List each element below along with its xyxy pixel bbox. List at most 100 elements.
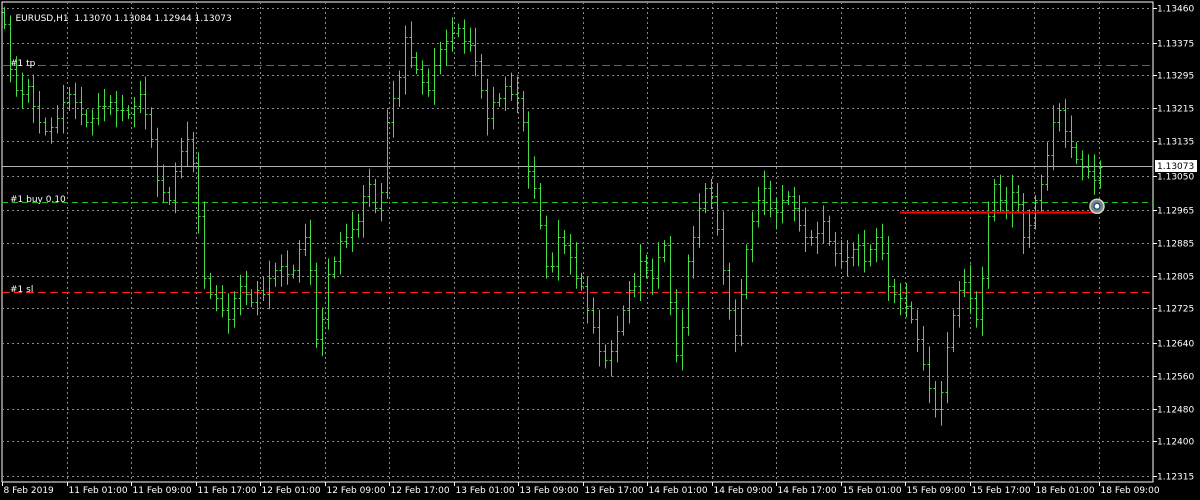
price-tick-label: 1.12805: [1157, 273, 1194, 283]
ohlc-bar: [762, 170, 767, 216]
ohlc-bar: [1057, 103, 1062, 132]
ohlc-bar: [468, 27, 473, 52]
ohlc-bar: [249, 289, 254, 308]
ohlc-bar: [1098, 160, 1103, 189]
ohlc-bar: [862, 229, 867, 273]
ohlc-bar: [438, 41, 443, 75]
time-tick-label: 15 Feb 09:00: [907, 486, 966, 496]
ohlc-bar: [67, 86, 72, 112]
ohlc-bar: [338, 231, 343, 275]
ohlc-bar: [314, 262, 319, 349]
ohlc-bar: [132, 97, 137, 128]
chart-window[interactable]: 1.13460 1.13375 1.13295 1.13215 1.13135 1.130…: [0, 0, 1200, 500]
ohlc-bar: [750, 211, 755, 263]
ohlc-bar: [1051, 105, 1056, 171]
ohlc-bar: [727, 262, 732, 320]
ohlc-bar: [385, 109, 390, 199]
ohlc-bar: [444, 29, 449, 67]
ohlc-bar: [361, 184, 366, 238]
ohlc-bar: [232, 291, 237, 328]
ohlc-bar: [409, 21, 414, 69]
time-tick-label: 11 Feb 17:00: [198, 486, 257, 496]
time-tick-label: 12 Feb 09:00: [327, 486, 386, 496]
ohlc-bar: [597, 309, 602, 367]
drag-handle-center[interactable]: [1093, 202, 1101, 210]
ohlc-bar: [544, 215, 549, 279]
ohlc-bar: [185, 121, 190, 167]
ohlc-bar: [1080, 150, 1085, 181]
ohlc-bar: [167, 187, 172, 206]
ohlc-bar: [426, 68, 431, 97]
ohlc-bar: [220, 285, 225, 318]
ohlc-bar: [509, 72, 514, 101]
ohlc-bar: [1004, 187, 1009, 220]
ohlc-bar: [173, 162, 178, 214]
ohlc-bar: [585, 276, 590, 324]
ohlc-bar: [61, 84, 66, 134]
ohlc-bar: [414, 52, 419, 75]
ohlc-bar: [1069, 115, 1074, 159]
ohlc-bar: [208, 272, 213, 300]
price-tick-label: 1.12725: [1157, 305, 1194, 315]
time-tick-label: 12 Feb 01:00: [262, 486, 321, 496]
ohlc-bar: [980, 266, 985, 336]
price-tick-label: 1.13295: [1157, 72, 1194, 82]
time-tick-label: 13 Feb 01:00: [456, 486, 515, 496]
ohlc-bar: [403, 25, 408, 95]
ohlc-bar: [432, 48, 437, 105]
ohlc-bar: [114, 90, 119, 128]
price-tick-label: 1.13375: [1157, 40, 1194, 50]
ohlc-bar: [102, 88, 107, 122]
ohlc-bar: [196, 152, 201, 234]
ohlc-bar: [851, 242, 856, 267]
ohlc-bar: [55, 105, 60, 134]
time-tick-label: 18 Feb 09:00: [1101, 486, 1160, 496]
ohlc-bar: [898, 283, 903, 316]
ohlc-bar: [485, 78, 490, 136]
price-chart[interactable]: 1.13460 1.13375 1.13295 1.13215 1.13135 1.130…: [0, 0, 1200, 500]
time-tick-label: 13 Feb 09:00: [520, 486, 579, 496]
ohlc-bar: [957, 281, 962, 328]
ohlc-bar: [756, 187, 761, 228]
ohlc-bar: [821, 205, 826, 244]
ohlc-bar: [886, 236, 891, 302]
ohlc-bar: [79, 86, 84, 126]
ohlc-bar: [815, 221, 820, 255]
ohlc-bar: [768, 180, 773, 218]
ohlc-bar: [933, 381, 938, 418]
ohlc-bar: [627, 281, 632, 324]
ohlc-bar: [892, 278, 897, 304]
ohlc-bar: [880, 223, 885, 261]
time-tick-label: 12 Feb 17:00: [391, 486, 450, 496]
price-tick-label: 1.12315: [1157, 473, 1194, 483]
ohlc-bar: [556, 219, 561, 281]
ohlc-bar: [951, 309, 956, 353]
ohlc-bar: [450, 17, 455, 52]
ohlc-bar: [344, 223, 349, 248]
ohlc-bar: [945, 332, 950, 404]
price-tick-label: 1.12640: [1157, 340, 1194, 350]
ohlc-bar: [26, 78, 31, 103]
ohlc-bar: [456, 23, 461, 38]
ohlc-bar: [615, 315, 620, 363]
tp-level-label: #1 tp: [10, 59, 36, 69]
ohlc-bar: [532, 156, 537, 199]
ohlc-bar: [574, 242, 579, 289]
ohlc-bar: [308, 219, 313, 285]
price-tick-label: 1.12885: [1157, 240, 1194, 250]
ohlc-bar: [1010, 174, 1015, 228]
ohlc-bar: [921, 325, 926, 371]
price-tick-label: 1.13460: [1157, 5, 1194, 15]
ohlc-bar: [909, 301, 914, 324]
ohlc-bar: [680, 309, 685, 371]
ohlc-bar: [968, 264, 973, 314]
ohlc-bar: [703, 182, 708, 214]
sl-level-label: #1 sl: [10, 285, 34, 295]
ohlc-bar: [739, 278, 744, 347]
current-price-label: 1.13073: [1157, 162, 1194, 172]
ohlc-bar: [179, 137, 184, 179]
ohlc-bar: [668, 236, 673, 316]
ohlc-bar: [521, 90, 526, 132]
ohlc-bar: [621, 305, 626, 336]
price-tick-label: 1.12560: [1157, 373, 1194, 383]
